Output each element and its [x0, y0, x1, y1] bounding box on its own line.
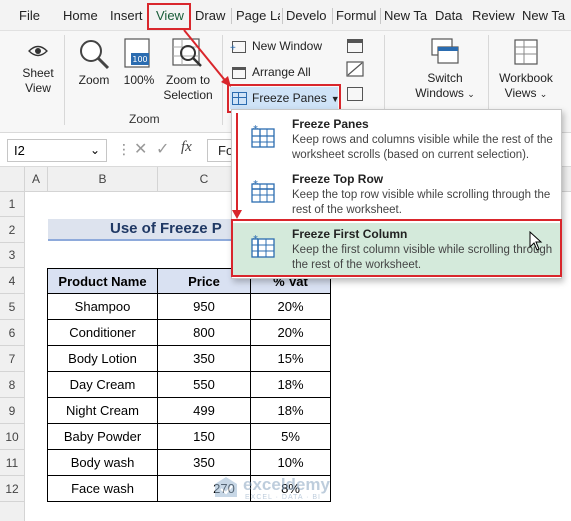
- arrow-head: [232, 210, 242, 219]
- arrow-view-to-freeze: [183, 29, 229, 85]
- annotation-arrows: [183, 29, 242, 219]
